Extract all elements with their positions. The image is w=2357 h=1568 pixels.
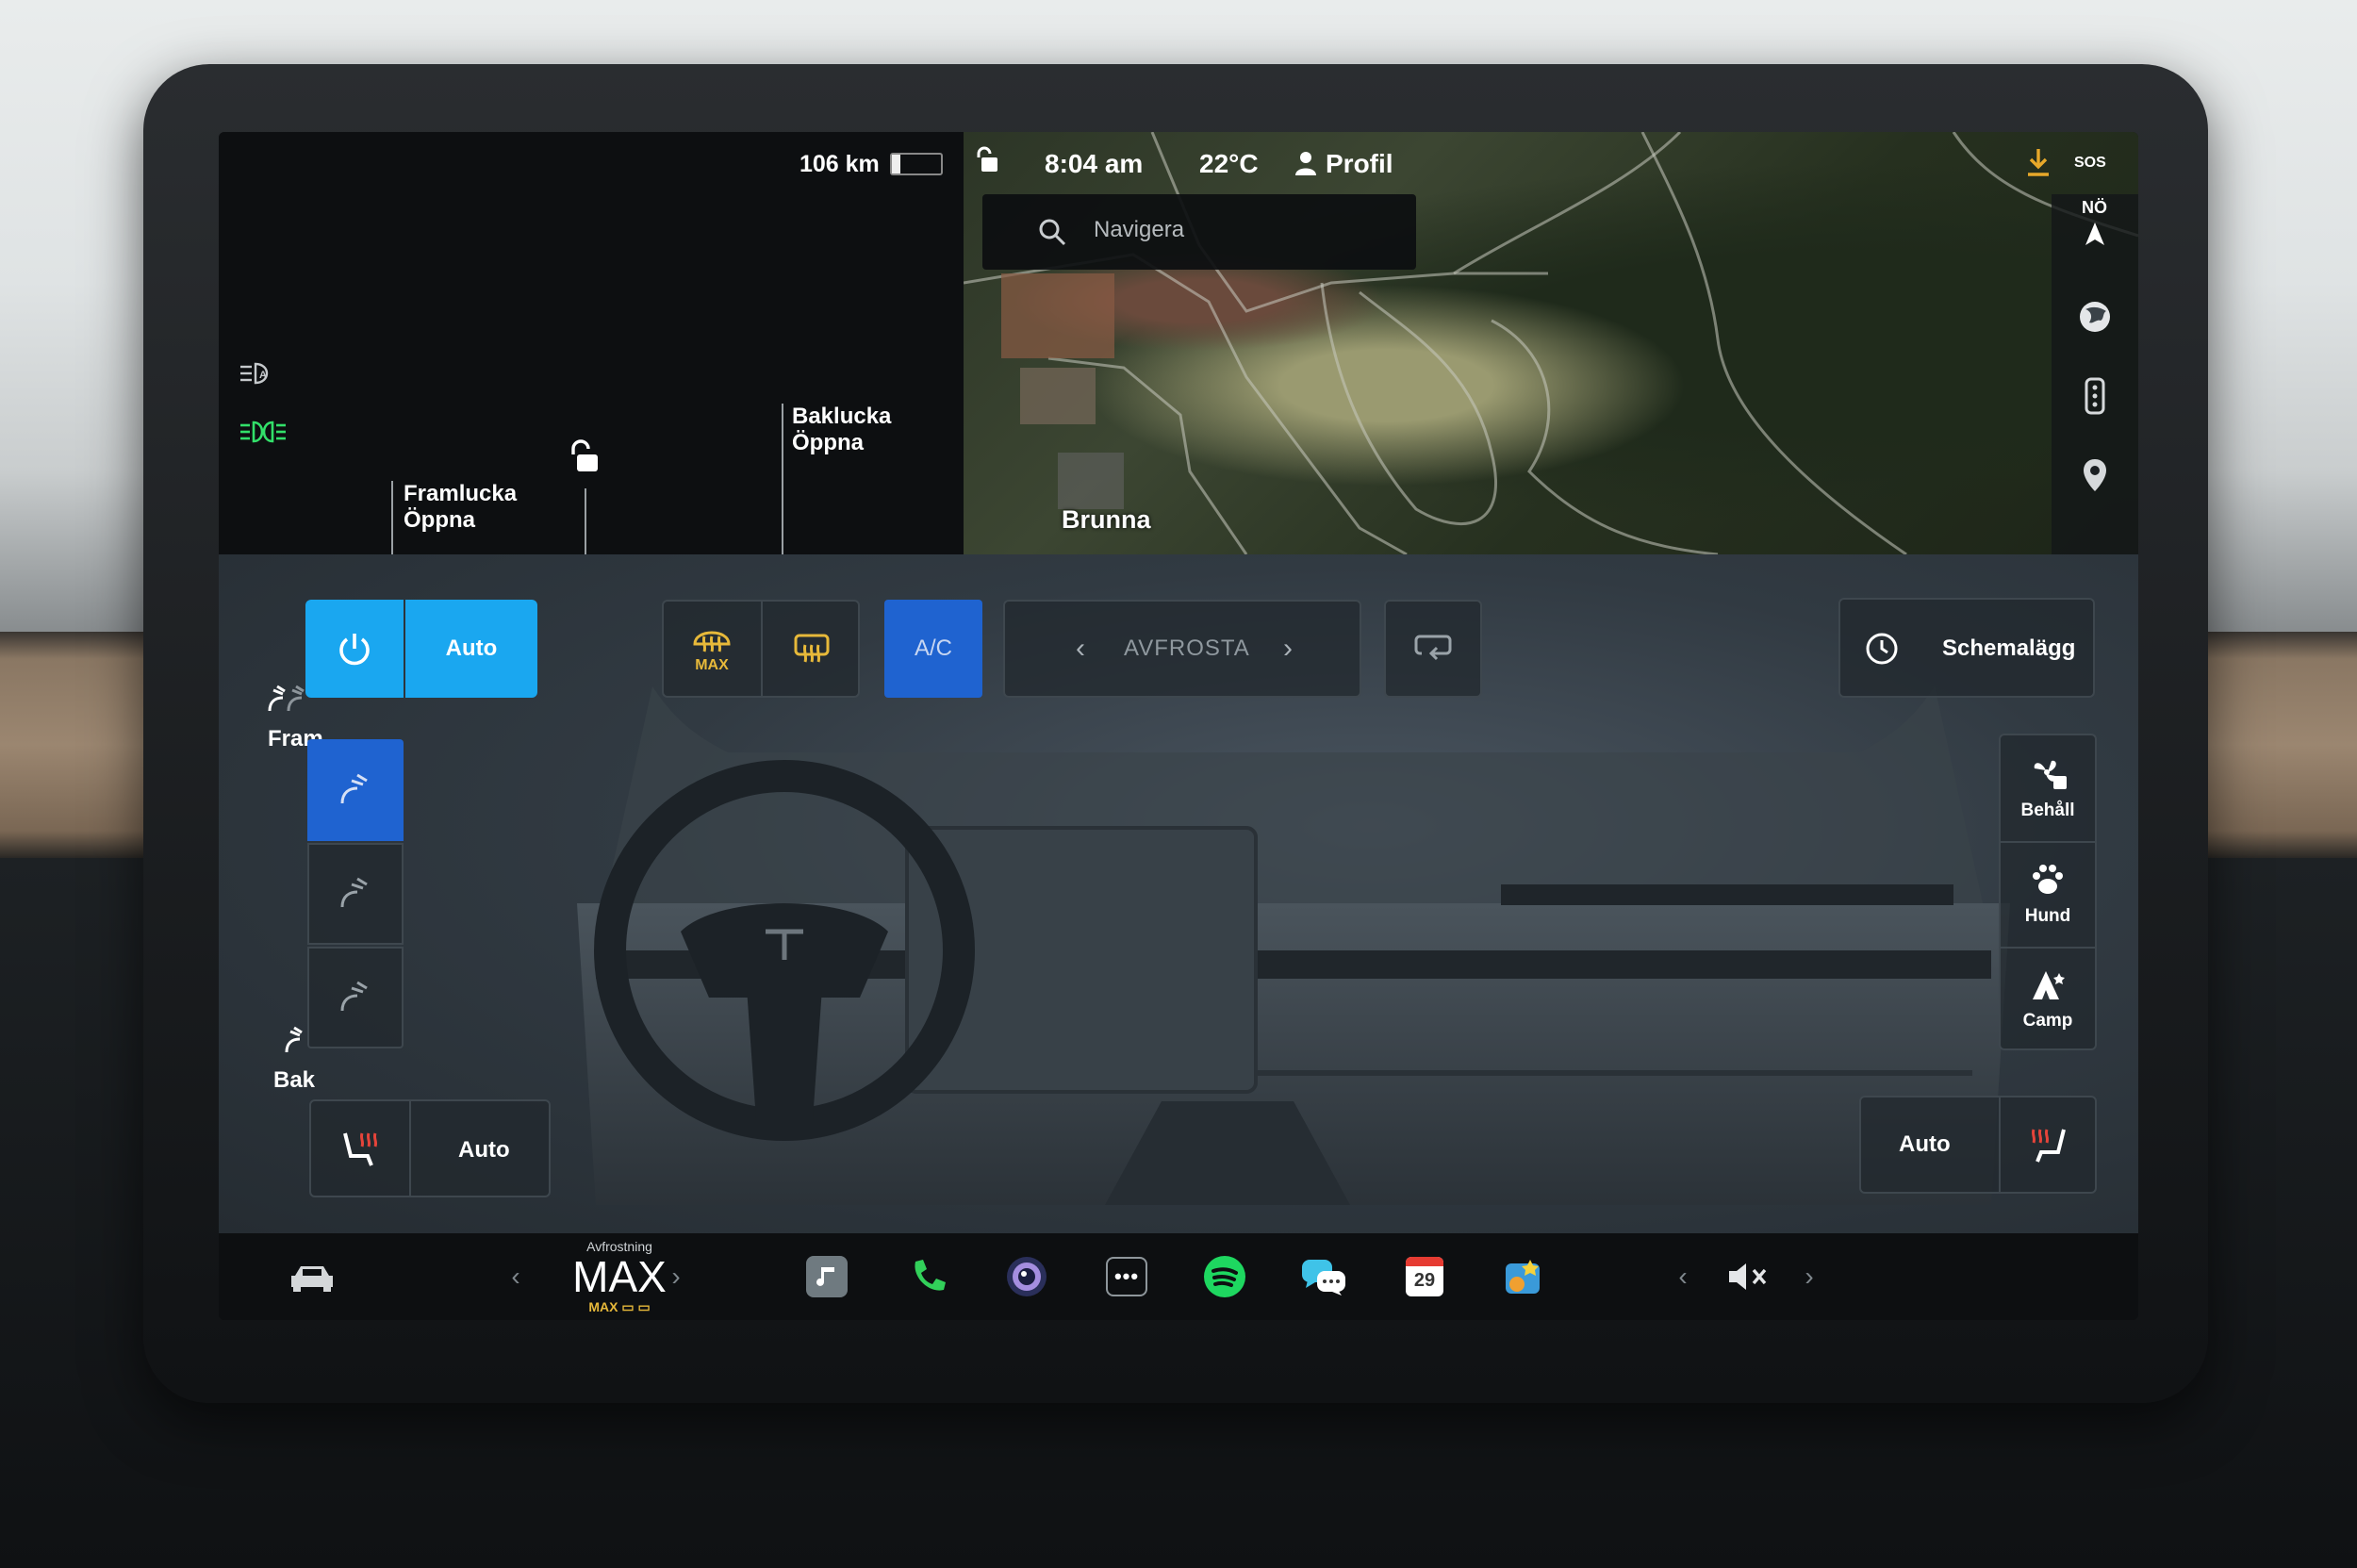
globe-icon[interactable] [2074, 296, 2116, 338]
airflow-body-button[interactable] [307, 843, 404, 945]
keep-mode-label: Behåll [2020, 801, 2075, 820]
right-seat-heater-button[interactable] [1999, 1098, 2097, 1192]
defrost-selector-label: AVFROSTA [1124, 635, 1250, 661]
climate-next-arrow[interactable]: › [662, 1233, 690, 1320]
airflow-feet-icon [340, 981, 368, 1012]
cabin-illustration [577, 686, 2010, 1205]
rear-trunk-pointer [782, 404, 783, 554]
lock-status-icon[interactable] [973, 145, 1001, 175]
dog-mode-label: Hund [2024, 906, 2071, 926]
mute-icon[interactable] [1720, 1233, 1776, 1320]
outside-temperature: 22°C [1199, 149, 1259, 178]
download-update-icon[interactable] [2023, 145, 2053, 179]
touchscreen: 106 km A Framlucka Öppna Baklucka Öppna [219, 132, 2138, 1320]
front-defrost-max-label: MAX [695, 657, 729, 673]
ac-label: A/C [914, 635, 952, 661]
defrost-next-button[interactable]: › [1271, 622, 1305, 675]
climate-auto-label: Auto [445, 635, 498, 661]
schedule-label: Schemalägg [1942, 635, 2076, 661]
toybox-app-icon[interactable] [1497, 1233, 1550, 1320]
climate-auto-button[interactable]: Auto [405, 600, 537, 698]
calendar-app-icon[interactable]: 29 [1399, 1233, 1450, 1320]
messages-app-icon[interactable] [1297, 1233, 1350, 1320]
front-trunk-pointer [391, 481, 393, 554]
dog-mode-button[interactable]: Hund [2001, 841, 2095, 947]
battery-icon [890, 153, 943, 175]
defrost-prev-button[interactable]: ‹ [1063, 622, 1097, 675]
navigate-search-input[interactable]: Navigera [982, 194, 1416, 270]
spotify-app-icon[interactable] [1199, 1233, 1250, 1320]
airflow-feet-button[interactable] [307, 947, 404, 1048]
dock-climate-value: MAX [572, 1251, 667, 1301]
front-defrost-icon [693, 631, 731, 652]
more-apps-icon[interactable]: ••• [1101, 1233, 1152, 1320]
seat-heat-right-icon [2031, 1129, 2066, 1163]
map-view[interactable]: 8:04 am 22°C Profil SOS Navigera Brunna … [964, 132, 2138, 554]
power-icon [339, 634, 370, 666]
profile-icon[interactable] [1294, 149, 1318, 177]
recirculate-button[interactable] [1384, 600, 1482, 698]
front-trunk-line1: Framlucka [404, 481, 518, 506]
tent-icon [2033, 971, 2065, 999]
search-icon [1037, 217, 1067, 247]
unlock-icon[interactable] [566, 438, 602, 476]
search-placeholder: Navigera [1094, 217, 1185, 242]
keep-mode-button[interactable]: Behåll [2001, 735, 2095, 839]
door-pointer [585, 488, 586, 554]
rear-zone-label: Bak [273, 1067, 316, 1093]
left-seat-heater-auto[interactable]: Auto [458, 1137, 510, 1164]
range-readout: 106 km [799, 151, 880, 177]
rear-trunk-line1: Baklucka [792, 404, 892, 429]
airflow-face-button[interactable] [307, 739, 404, 841]
front-defrost-max-button[interactable]: MAX [664, 602, 760, 696]
camera-app-icon[interactable] [1001, 1233, 1052, 1320]
phone-app-icon[interactable] [901, 1233, 952, 1320]
dock-climate-sub: MAX ▭ ▭ [588, 1298, 651, 1314]
right-seat-heater-auto[interactable]: Auto [1899, 1131, 1951, 1158]
clock: 8:04 am [1045, 149, 1144, 178]
clock-icon [1866, 633, 1898, 665]
traffic-light-icon[interactable] [2074, 375, 2116, 417]
camp-mode-button[interactable]: Camp [2001, 947, 2095, 1050]
climate-panel: Auto MAX A/C ‹ AVFROSTA › Schemalägg Fra… [219, 554, 2138, 1233]
paw-icon [2033, 865, 2063, 894]
seat-heat-icon [343, 1132, 378, 1166]
front-trunk-line2: Öppna [404, 507, 475, 533]
car-icon[interactable] [279, 1233, 345, 1320]
fan-icon [2034, 760, 2067, 789]
music-app-icon[interactable] [801, 1233, 852, 1320]
volume-prev-arrow[interactable]: ‹ [1669, 1233, 1697, 1320]
rear-defrost-icon [794, 634, 830, 663]
climate-prev-arrow[interactable]: ‹ [502, 1233, 530, 1320]
compass-arrow-icon[interactable] [2074, 213, 2116, 255]
front-trunk-label[interactable]: Framlucka Öppna [404, 481, 517, 534]
dock-climate-sub-text: MAX [588, 1298, 618, 1314]
rear-defrost-button[interactable] [761, 602, 861, 696]
front-airflow-icon [268, 685, 305, 712]
rear-trunk-line2: Öppna [792, 430, 864, 455]
auto-headlights-icon[interactable]: A [238, 358, 277, 388]
svg-text:A: A [259, 370, 267, 381]
airflow-face-icon [340, 773, 368, 804]
map-place-label: Brunna [1062, 505, 1151, 534]
ac-button[interactable]: A/C [884, 600, 982, 698]
fog-lights-icon[interactable] [238, 417, 288, 447]
camp-mode-label: Camp [2022, 1011, 2073, 1031]
bottom-dock: ‹ Avfrostning MAX MAX ▭ ▭ › ••• 29 ‹ › [219, 1233, 2138, 1320]
left-seat-heater-button[interactable] [311, 1101, 411, 1196]
profile-button[interactable]: Profil [1326, 149, 1393, 179]
sos-button[interactable]: SOS [2074, 155, 2106, 172]
airflow-body-icon [340, 877, 368, 908]
recirculate-icon [1414, 635, 1452, 661]
volume-next-arrow[interactable]: › [1795, 1233, 1823, 1320]
calendar-day: 29 [1413, 1270, 1436, 1291]
map-controls: NÖ [2052, 194, 2138, 554]
location-pin-icon[interactable] [2074, 454, 2116, 496]
rear-trunk-label[interactable]: Baklucka Öppna [792, 404, 891, 456]
vehicle-panel: 106 km A Framlucka Öppna Baklucka Öppna [219, 132, 964, 554]
schedule-button[interactable]: Schemalägg [1838, 598, 2095, 698]
